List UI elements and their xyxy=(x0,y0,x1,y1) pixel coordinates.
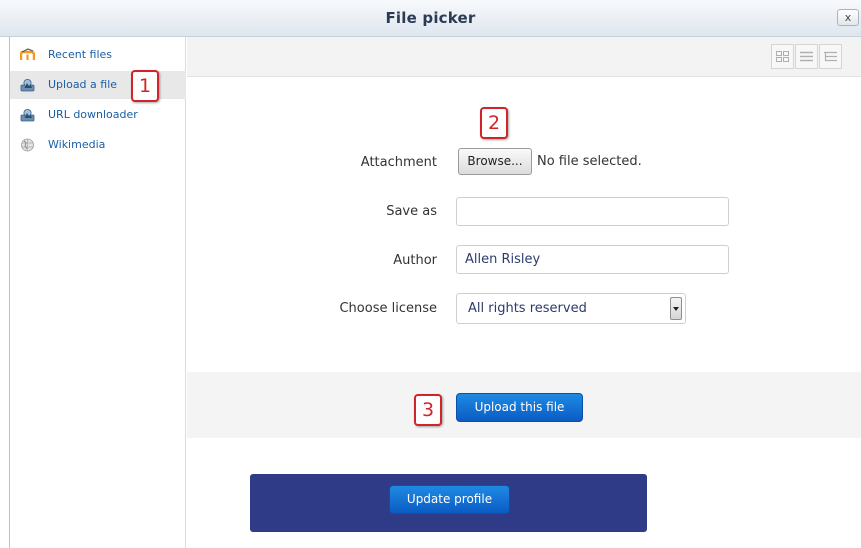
sidebar-item-label: URL downloader xyxy=(48,108,138,121)
dialog-title: File picker xyxy=(385,9,476,27)
icon-view-button[interactable] xyxy=(771,44,794,69)
sidebar-item-recent-files[interactable]: Recent files xyxy=(10,41,186,69)
callout-step-1: 1 xyxy=(131,70,159,102)
update-profile-button[interactable]: Update profile xyxy=(389,485,510,514)
sidebar-item-url-downloader[interactable]: URL downloader xyxy=(10,101,186,129)
tree-view-button[interactable] xyxy=(819,44,842,69)
chevron-down-icon[interactable] xyxy=(670,297,682,320)
upload-this-file-button[interactable]: Upload this file xyxy=(456,393,583,422)
attachment-label: Attachment xyxy=(360,155,437,170)
callout-step-3: 3 xyxy=(414,394,442,426)
save-as-label: Save as xyxy=(386,204,437,219)
save-as-input[interactable] xyxy=(456,197,729,226)
moodle-logo-icon xyxy=(20,48,35,60)
browse-button[interactable]: Browse... xyxy=(458,148,532,175)
tree-icon xyxy=(824,51,837,62)
view-switcher xyxy=(771,44,861,69)
sidebar-item-label: Wikimedia xyxy=(48,138,106,151)
upload-action-bar: 3 Upload this file xyxy=(187,372,861,438)
author-input[interactable] xyxy=(456,245,729,274)
upload-form: 2 Attachment Browse... No file selected.… xyxy=(187,77,861,372)
dialog-titlebar: File picker x xyxy=(0,0,861,37)
sidebar-item-label: Upload a file xyxy=(48,78,118,91)
grid-icon xyxy=(776,51,789,62)
sidebar-item-upload-a-file[interactable]: Upload a file xyxy=(10,71,186,99)
author-label: Author xyxy=(393,253,437,268)
license-label: Choose license xyxy=(339,301,437,316)
sidebar-item-wikimedia[interactable]: Wikimedia xyxy=(10,131,186,159)
upload-icon xyxy=(20,79,35,92)
license-select[interactable]: All rights reserved xyxy=(456,293,686,324)
sidebar-item-label: Recent files xyxy=(48,48,112,61)
view-toolbar xyxy=(187,37,861,77)
window-edge xyxy=(0,37,10,548)
repository-sidebar: Recent files Upload a file URL downloade… xyxy=(10,37,186,548)
close-icon: x xyxy=(844,11,852,24)
download-icon xyxy=(20,109,35,122)
license-selected-value: All rights reserved xyxy=(468,301,587,316)
wikimedia-globe-icon xyxy=(21,138,34,152)
update-profile-panel: Update profile xyxy=(250,474,647,532)
callout-step-2: 2 xyxy=(480,107,508,139)
list-view-button[interactable] xyxy=(795,44,818,69)
close-button[interactable]: x xyxy=(837,9,859,26)
no-file-selected-text: No file selected. xyxy=(537,154,642,169)
list-icon xyxy=(800,51,813,62)
